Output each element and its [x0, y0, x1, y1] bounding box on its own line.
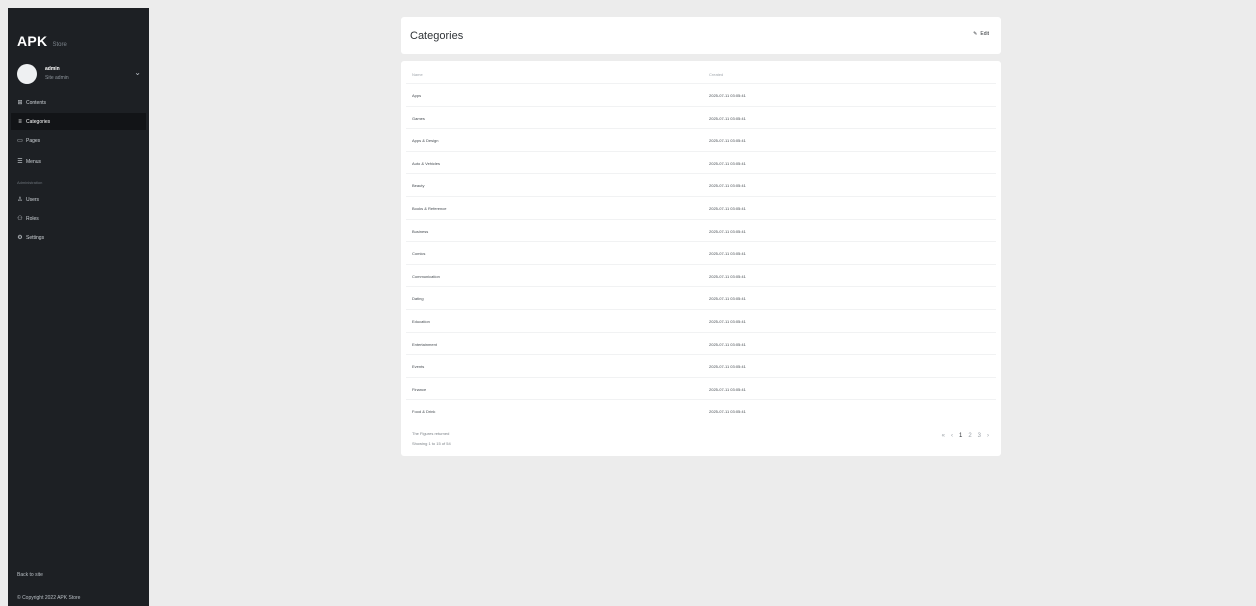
edit-button[interactable]: ✎ Edit: [973, 31, 989, 37]
cell-name: Finance: [412, 386, 427, 392]
pages-icon: ▭: [17, 138, 23, 144]
page-header: Categories ✎ Edit: [401, 17, 1001, 54]
pagination: « ‹ 1 2 3 ›: [942, 433, 989, 439]
cell-created: 2025-07-11 03:05:41: [709, 409, 746, 415]
brand-name: APK: [17, 33, 48, 49]
table-footer-text: The Figures returned: [412, 431, 450, 436]
cell-name: Beauty: [412, 183, 425, 189]
cell-created: 2025-07-11 03:05:41: [709, 205, 746, 211]
column-header-name[interactable]: Name: [412, 72, 423, 77]
table-row[interactable]: Apps & Design 2025-07-11 03:05:41: [406, 128, 996, 151]
sidebar-item-label: Settings: [26, 234, 45, 241]
cell-created: 2025-07-11 03:05:41: [709, 183, 746, 189]
table-row[interactable]: Apps 2025-07-11 03:05:41: [406, 83, 996, 106]
gear-icon: ⚙: [17, 235, 23, 241]
brand-subtitle: Store: [52, 42, 67, 48]
cell-created: 2025-07-11 03:05:41: [709, 386, 746, 392]
sidebar-item-categories[interactable]: ≡ Categories: [11, 113, 146, 130]
next-page-button[interactable]: ›: [987, 433, 989, 439]
menu-icon: ☰: [17, 159, 23, 165]
sidebar-item-users[interactable]: ♙ Users: [11, 191, 146, 208]
cell-name: Food & Drink: [412, 409, 436, 415]
back-to-site-link[interactable]: Back to site: [17, 572, 43, 578]
table-row[interactable]: Education 2025-07-11 03:05:41: [406, 308, 996, 332]
table-row[interactable]: Books & Reference 2025-07-11 03:05:41: [406, 195, 996, 219]
pencil-icon: ✎: [973, 31, 978, 37]
cell-name: Events: [412, 364, 425, 370]
sidebar-item-label: Pages: [26, 137, 41, 144]
table-row[interactable]: Auto & Vehicles 2025-07-11 03:05:41: [406, 150, 996, 174]
cell-created: 2025-07-11 03:05:41: [709, 318, 746, 324]
list-icon: ≡: [18, 118, 22, 125]
cell-name: Apps: [412, 93, 422, 98]
sidebar: APK Store admin Site admin ⌄ ⊞ Contents …: [8, 8, 149, 606]
copyright-text: © Copyright 2022 APK Store: [17, 595, 81, 601]
cell-created: 2025-07-11 03:05:41: [709, 93, 746, 98]
sidebar-item-roles[interactable]: ⚇ Roles: [11, 210, 146, 227]
sidebar-item-label: Contents: [26, 99, 47, 106]
sidebar-item-settings[interactable]: ⚙ Settings: [11, 229, 146, 246]
table-body: Apps 2025-07-11 03:05:41 Games 2025-07-11 …: [406, 83, 996, 422]
user-role: Site admin: [45, 75, 69, 81]
table-row[interactable]: Dating 2025-07-11 03:05:41: [406, 286, 996, 309]
user-profile[interactable]: admin Site admin ⌄: [17, 63, 141, 85]
table-row[interactable]: Comics 2025-07-11 03:05:41: [406, 241, 996, 264]
table-row[interactable]: Finance 2025-07-11 03:05:41: [406, 376, 996, 400]
cell-name: Entertainment: [412, 341, 437, 347]
page-title: Categories: [410, 30, 464, 42]
cell-name: Games: [412, 115, 425, 121]
avatar: [17, 64, 37, 84]
table-row[interactable]: Games 2025-07-11 03:05:41: [406, 105, 996, 129]
user-icon: ♙: [17, 197, 23, 203]
cell-created: 2025-07-11 03:05:41: [709, 138, 746, 144]
column-header-created[interactable]: Created: [709, 72, 723, 77]
chevron-down-icon[interactable]: ⌄: [134, 68, 141, 78]
cell-name: Books & Reference: [412, 205, 447, 211]
prev-page-button[interactable]: ‹: [951, 433, 953, 439]
cell-created: 2025-07-11 03:05:41: [709, 364, 746, 370]
table-row[interactable]: Business 2025-07-11 03:05:41: [406, 218, 996, 242]
sidebar-item-menus[interactable]: ☰ Menus: [11, 153, 146, 170]
roles-icon: ⚇: [17, 216, 23, 222]
cell-created: 2025-07-11 03:05:41: [709, 273, 746, 279]
page-3-button[interactable]: 3: [978, 433, 981, 439]
page-2-button[interactable]: 2: [968, 433, 971, 439]
table-row[interactable]: Food & Drink 2025-07-11 03:05:41: [406, 399, 996, 422]
brand[interactable]: APK Store: [17, 33, 67, 49]
table-row[interactable]: Beauty 2025-07-11 03:05:41: [406, 173, 996, 196]
table-results-count: Showing 1 to 15 of 54: [412, 441, 451, 446]
cell-name: Auto & Vehicles: [412, 160, 441, 166]
cell-created: 2025-07-11 03:05:41: [709, 228, 746, 234]
cell-name: Business: [412, 228, 429, 234]
cell-name: Communication: [412, 273, 440, 279]
cell-created: 2025-07-11 03:05:41: [709, 296, 746, 302]
cell-name: Dating: [412, 296, 424, 302]
table-row[interactable]: Events 2025-07-11 03:05:41: [406, 354, 996, 377]
cell-name: Comics: [412, 251, 426, 257]
user-name: admin: [45, 66, 60, 72]
sidebar-item-label: Categories: [26, 118, 51, 125]
cell-created: 2025-07-11 03:05:41: [709, 341, 746, 347]
table-row[interactable]: Entertainment 2025-07-11 03:05:41: [406, 331, 996, 355]
grid-icon: ⊞: [17, 100, 23, 106]
edit-button-label: Edit: [980, 31, 989, 37]
sidebar-item-label: Users: [26, 196, 40, 203]
sidebar-item-pages[interactable]: ▭ Pages: [11, 132, 146, 149]
cell-created: 2025-07-11 03:05:41: [709, 160, 746, 166]
page-1-button[interactable]: 1: [959, 433, 962, 439]
table-row[interactable]: Communication 2025-07-11 03:05:41: [406, 263, 996, 287]
categories-table: Name Created Apps 2025-07-11 03:05:41 Gam…: [401, 61, 1001, 456]
cell-name: Education: [412, 318, 430, 324]
sidebar-item-contents[interactable]: ⊞ Contents: [11, 94, 146, 111]
sidebar-item-label: Menus: [26, 158, 42, 165]
nav-section-label: Administration: [17, 180, 43, 185]
sidebar-item-label: Roles: [26, 215, 39, 222]
cell-created: 2025-07-11 03:05:41: [709, 115, 746, 121]
first-page-button[interactable]: «: [942, 433, 945, 439]
cell-name: Apps & Design: [412, 138, 439, 144]
cell-created: 2025-07-11 03:05:41: [709, 251, 746, 257]
